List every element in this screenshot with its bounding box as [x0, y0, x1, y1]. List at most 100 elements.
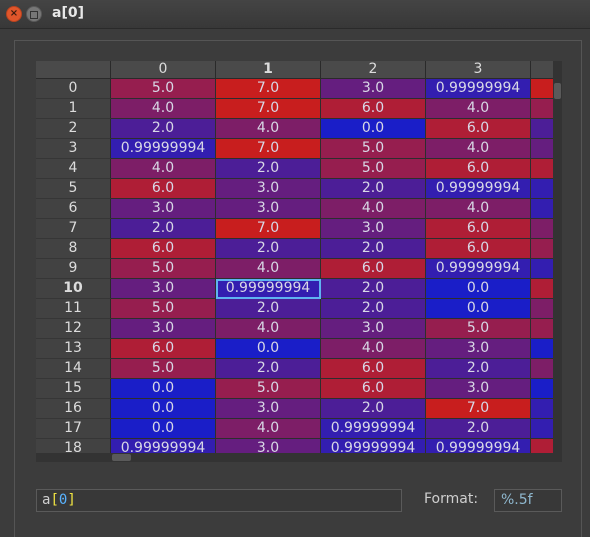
table-cell[interactable]: [531, 359, 553, 379]
slice-expression-input[interactable]: a[0]: [36, 489, 402, 512]
column-header-2[interactable]: 2: [321, 61, 426, 79]
table-cell[interactable]: 2.0: [111, 119, 216, 139]
maximize-window-button[interactable]: [26, 6, 42, 22]
row-header-0[interactable]: 0: [36, 79, 111, 99]
table-cell[interactable]: 0.99999994: [426, 79, 531, 99]
row-header-11[interactable]: 11: [36, 299, 111, 319]
table-cell[interactable]: 2.0: [321, 239, 426, 259]
row-header-15[interactable]: 15: [36, 379, 111, 399]
column-header-3[interactable]: 3: [426, 61, 531, 79]
table-cell[interactable]: [531, 99, 553, 119]
row-header-9[interactable]: 9: [36, 259, 111, 279]
table-cell[interactable]: 2.0: [321, 299, 426, 319]
table-cell[interactable]: 3.0: [321, 79, 426, 99]
table-cell[interactable]: 4.0: [216, 419, 321, 439]
table-cell[interactable]: 3.0: [426, 339, 531, 359]
table-cell[interactable]: 0.99999994: [111, 439, 216, 453]
table-cell[interactable]: 5.0: [426, 319, 531, 339]
row-header-3[interactable]: 3: [36, 139, 111, 159]
table-cell[interactable]: [531, 159, 553, 179]
table-cell[interactable]: 6.0: [111, 179, 216, 199]
table-cell[interactable]: 0.0: [426, 279, 531, 299]
table-cell[interactable]: 4.0: [216, 119, 321, 139]
table-cell[interactable]: 2.0: [426, 359, 531, 379]
table-cell[interactable]: 7.0: [216, 219, 321, 239]
row-header-13[interactable]: 13: [36, 339, 111, 359]
table-cell[interactable]: 0.0: [321, 119, 426, 139]
table-cell[interactable]: [531, 139, 553, 159]
table-cell[interactable]: 3.0: [321, 319, 426, 339]
table-cell[interactable]: [531, 439, 553, 453]
table-cell[interactable]: 3.0: [216, 179, 321, 199]
row-header-18[interactable]: 18: [36, 439, 111, 453]
row-header-16[interactable]: 16: [36, 399, 111, 419]
table-cell[interactable]: 0.99999994: [426, 179, 531, 199]
table-cell[interactable]: 2.0: [321, 399, 426, 419]
table-cell[interactable]: 2.0: [321, 279, 426, 299]
table-cell[interactable]: 6.0: [321, 379, 426, 399]
row-header-5[interactable]: 5: [36, 179, 111, 199]
table-cell[interactable]: 3.0: [111, 279, 216, 299]
table-cell[interactable]: 4.0: [111, 159, 216, 179]
row-header-14[interactable]: 14: [36, 359, 111, 379]
table-cell[interactable]: 0.0: [111, 379, 216, 399]
table-cell[interactable]: 2.0: [216, 359, 321, 379]
table-cell[interactable]: 5.0: [111, 359, 216, 379]
column-header-1[interactable]: 1: [216, 61, 321, 79]
table-cell[interactable]: 2.0: [111, 219, 216, 239]
table-cell[interactable]: 3.0: [426, 379, 531, 399]
table-cell[interactable]: 7.0: [216, 79, 321, 99]
table-cell[interactable]: 6.0: [426, 219, 531, 239]
table-cell[interactable]: [531, 279, 553, 299]
table-cell[interactable]: 0.99999994: [426, 259, 531, 279]
table-cell[interactable]: 2.0: [216, 299, 321, 319]
table-cell[interactable]: 0.0: [216, 339, 321, 359]
table-cell[interactable]: 4.0: [216, 319, 321, 339]
table-cell[interactable]: [531, 239, 553, 259]
table-cell[interactable]: 4.0: [111, 99, 216, 119]
format-input[interactable]: %.5f: [494, 489, 562, 512]
table-cell[interactable]: 0.99999994: [216, 279, 321, 299]
table-cell[interactable]: 0.: [531, 419, 553, 439]
table-cell[interactable]: 0.99999994: [111, 139, 216, 159]
table-cell[interactable]: 0.: [531, 119, 553, 139]
table-cell[interactable]: 4.0: [321, 339, 426, 359]
column-header-0[interactable]: 0: [111, 61, 216, 79]
vertical-scrollbar[interactable]: [553, 61, 562, 453]
row-header-4[interactable]: 4: [36, 159, 111, 179]
table-cell[interactable]: 4.0: [426, 139, 531, 159]
table-cell[interactable]: [531, 79, 553, 99]
table-cell[interactable]: 0.99999994: [321, 439, 426, 453]
table-cell[interactable]: 0.99999994: [321, 419, 426, 439]
table-cell[interactable]: 0.0: [111, 399, 216, 419]
close-window-button[interactable]: ×: [6, 6, 22, 22]
table-cell[interactable]: 5.0: [321, 159, 426, 179]
table-cell[interactable]: 7.0: [216, 139, 321, 159]
table-cell[interactable]: 5.0: [321, 139, 426, 159]
table-cell[interactable]: 0.: [531, 399, 553, 419]
table-cell[interactable]: 0.99999994: [426, 439, 531, 453]
table-cell[interactable]: [531, 339, 553, 359]
horizontal-scrollbar[interactable]: [36, 453, 562, 462]
table-cell[interactable]: 0.: [531, 199, 553, 219]
table-cell[interactable]: 3.0: [111, 319, 216, 339]
row-header-7[interactable]: 7: [36, 219, 111, 239]
table-cell[interactable]: 0.: [531, 179, 553, 199]
table-cell[interactable]: 6.0: [321, 359, 426, 379]
table-cell[interactable]: 3.0: [111, 199, 216, 219]
table-cell[interactable]: 7.0: [426, 399, 531, 419]
table-cell[interactable]: 4.0: [426, 199, 531, 219]
row-header-17[interactable]: 17: [36, 419, 111, 439]
table-cell[interactable]: 6.0: [321, 99, 426, 119]
table-cell[interactable]: 5.0: [111, 79, 216, 99]
table-cell[interactable]: 3.0: [216, 399, 321, 419]
table-cell[interactable]: 0.0: [111, 419, 216, 439]
row-header-6[interactable]: 6: [36, 199, 111, 219]
table-cell[interactable]: 6.0: [321, 259, 426, 279]
table-cell[interactable]: 3.0: [216, 439, 321, 453]
table-cell[interactable]: [531, 319, 553, 339]
row-header-1[interactable]: 1: [36, 99, 111, 119]
table-cell[interactable]: 3.0: [321, 219, 426, 239]
row-header-8[interactable]: 8: [36, 239, 111, 259]
row-header-10[interactable]: 10: [36, 279, 111, 299]
